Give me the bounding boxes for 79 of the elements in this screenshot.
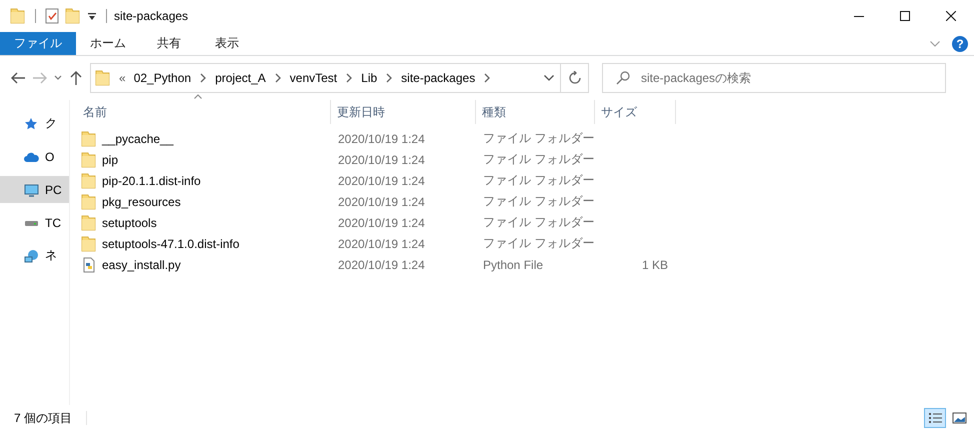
breadcrumb-item[interactable]: venvTest bbox=[290, 71, 338, 85]
modified-date: 2020/10/19 1:24 bbox=[337, 194, 426, 208]
search-icon bbox=[616, 71, 630, 85]
up-arrow-icon bbox=[68, 70, 84, 86]
breadcrumb-item[interactable]: project_A bbox=[215, 71, 266, 85]
modified-date: 2020/10/19 1:24 bbox=[337, 152, 426, 166]
chevron-right-icon bbox=[483, 73, 492, 83]
chevron-right-icon bbox=[274, 73, 282, 83]
file-type: ファイル フォルダー bbox=[482, 151, 595, 168]
file-name[interactable]: pkg_resources bbox=[102, 194, 181, 208]
sidebar-item[interactable]: ネ bbox=[0, 242, 69, 269]
column-header[interactable]: 種類 bbox=[476, 100, 595, 124]
file-type: ファイル フォルダー bbox=[482, 235, 595, 252]
file-size: 1 KB bbox=[640, 258, 669, 272]
back-button[interactable] bbox=[10, 70, 26, 86]
search-field[interactable]: site-packagesの検索 bbox=[602, 63, 946, 93]
modified-date: 2020/10/19 1:24 bbox=[337, 216, 426, 230]
modified-date: 2020/10/19 1:24 bbox=[337, 258, 426, 272]
refresh-button[interactable] bbox=[561, 63, 589, 93]
ribbon-tab[interactable]: ホーム bbox=[76, 32, 140, 55]
forward-arrow-icon bbox=[32, 70, 48, 86]
folder-icon bbox=[81, 194, 97, 210]
folder-icon bbox=[81, 214, 97, 230]
chevron-right-icon bbox=[385, 73, 394, 83]
maximize-icon bbox=[900, 11, 910, 21]
back-arrow-icon bbox=[10, 70, 26, 86]
file-name[interactable]: pip bbox=[102, 152, 118, 166]
view-button[interactable] bbox=[924, 408, 946, 428]
python-file-icon bbox=[81, 256, 97, 272]
details-view-icon bbox=[928, 411, 942, 425]
column-header[interactable]: 更新日時 bbox=[331, 100, 476, 124]
ribbon-tab[interactable]: 共有 bbox=[140, 32, 198, 55]
file-name[interactable]: __pycache__ bbox=[102, 132, 174, 146]
overflow-chevrons[interactable]: « bbox=[119, 71, 126, 85]
folder-icon bbox=[95, 70, 111, 86]
chevron-right-icon bbox=[199, 73, 208, 83]
folder-icon bbox=[81, 172, 97, 188]
file-type: ファイル フォルダー bbox=[482, 193, 595, 210]
modified-date: 2020/10/19 1:24 bbox=[337, 132, 426, 146]
file-type: Python File bbox=[482, 258, 544, 272]
monitor-icon bbox=[24, 182, 39, 196]
modified-date: 2020/10/19 1:24 bbox=[337, 174, 426, 188]
close-icon bbox=[946, 11, 956, 21]
folder-icon bbox=[81, 152, 97, 168]
refresh-icon bbox=[568, 71, 582, 85]
file-name[interactable]: pip-20.1.1.dist-info bbox=[102, 174, 201, 188]
breadcrumb-item[interactable]: Lib bbox=[361, 71, 378, 85]
folder-icon bbox=[81, 130, 97, 146]
file-type: ファイル フォルダー bbox=[482, 172, 595, 189]
up-button[interactable] bbox=[68, 70, 84, 86]
sidebar-item[interactable]: TC bbox=[0, 209, 69, 236]
ribbon-tab[interactable]: 表示 bbox=[198, 32, 256, 55]
star-icon bbox=[24, 116, 39, 130]
file-name[interactable]: easy_install.py bbox=[102, 258, 181, 272]
file-name[interactable]: setuptools bbox=[102, 216, 157, 230]
expand-ribbon-icon[interactable] bbox=[930, 40, 940, 46]
column-header[interactable]: サイズ bbox=[595, 100, 676, 124]
breadcrumb-item[interactable]: 02_Python bbox=[134, 71, 192, 85]
file-type: ファイル フォルダー bbox=[482, 214, 595, 231]
column-header[interactable]: 名前 bbox=[77, 100, 331, 124]
address-field[interactable]: « 02_Python project_A venvTest Lib site-packages bbox=[90, 63, 561, 93]
sidebar-item[interactable]: PC bbox=[0, 176, 69, 203]
folder-icon bbox=[81, 236, 97, 252]
ribbon-tab[interactable]: ファイル bbox=[0, 32, 76, 55]
modified-date: 2020/10/19 1:24 bbox=[337, 236, 426, 250]
breadcrumb-item[interactable]: site-packages bbox=[401, 71, 476, 85]
properties-icon[interactable] bbox=[45, 8, 59, 24]
sidebar-item[interactable]: ク bbox=[0, 110, 69, 137]
customize-dropdown-icon[interactable] bbox=[87, 11, 97, 21]
large-icons-view-icon bbox=[952, 411, 966, 425]
sidebar-item[interactable]: O bbox=[0, 143, 69, 170]
file-name[interactable]: setuptools-47.1.0.dist-info bbox=[102, 236, 240, 250]
network-icon bbox=[24, 248, 39, 262]
file-type: ファイル フォルダー bbox=[482, 130, 595, 147]
window-title: site-packages bbox=[114, 9, 190, 23]
chevron-right-icon bbox=[345, 73, 354, 83]
item-count: 7 個の項目 bbox=[14, 410, 72, 426]
address-dropdown-icon[interactable] bbox=[544, 75, 554, 81]
help-button[interactable]: ? bbox=[952, 36, 968, 52]
